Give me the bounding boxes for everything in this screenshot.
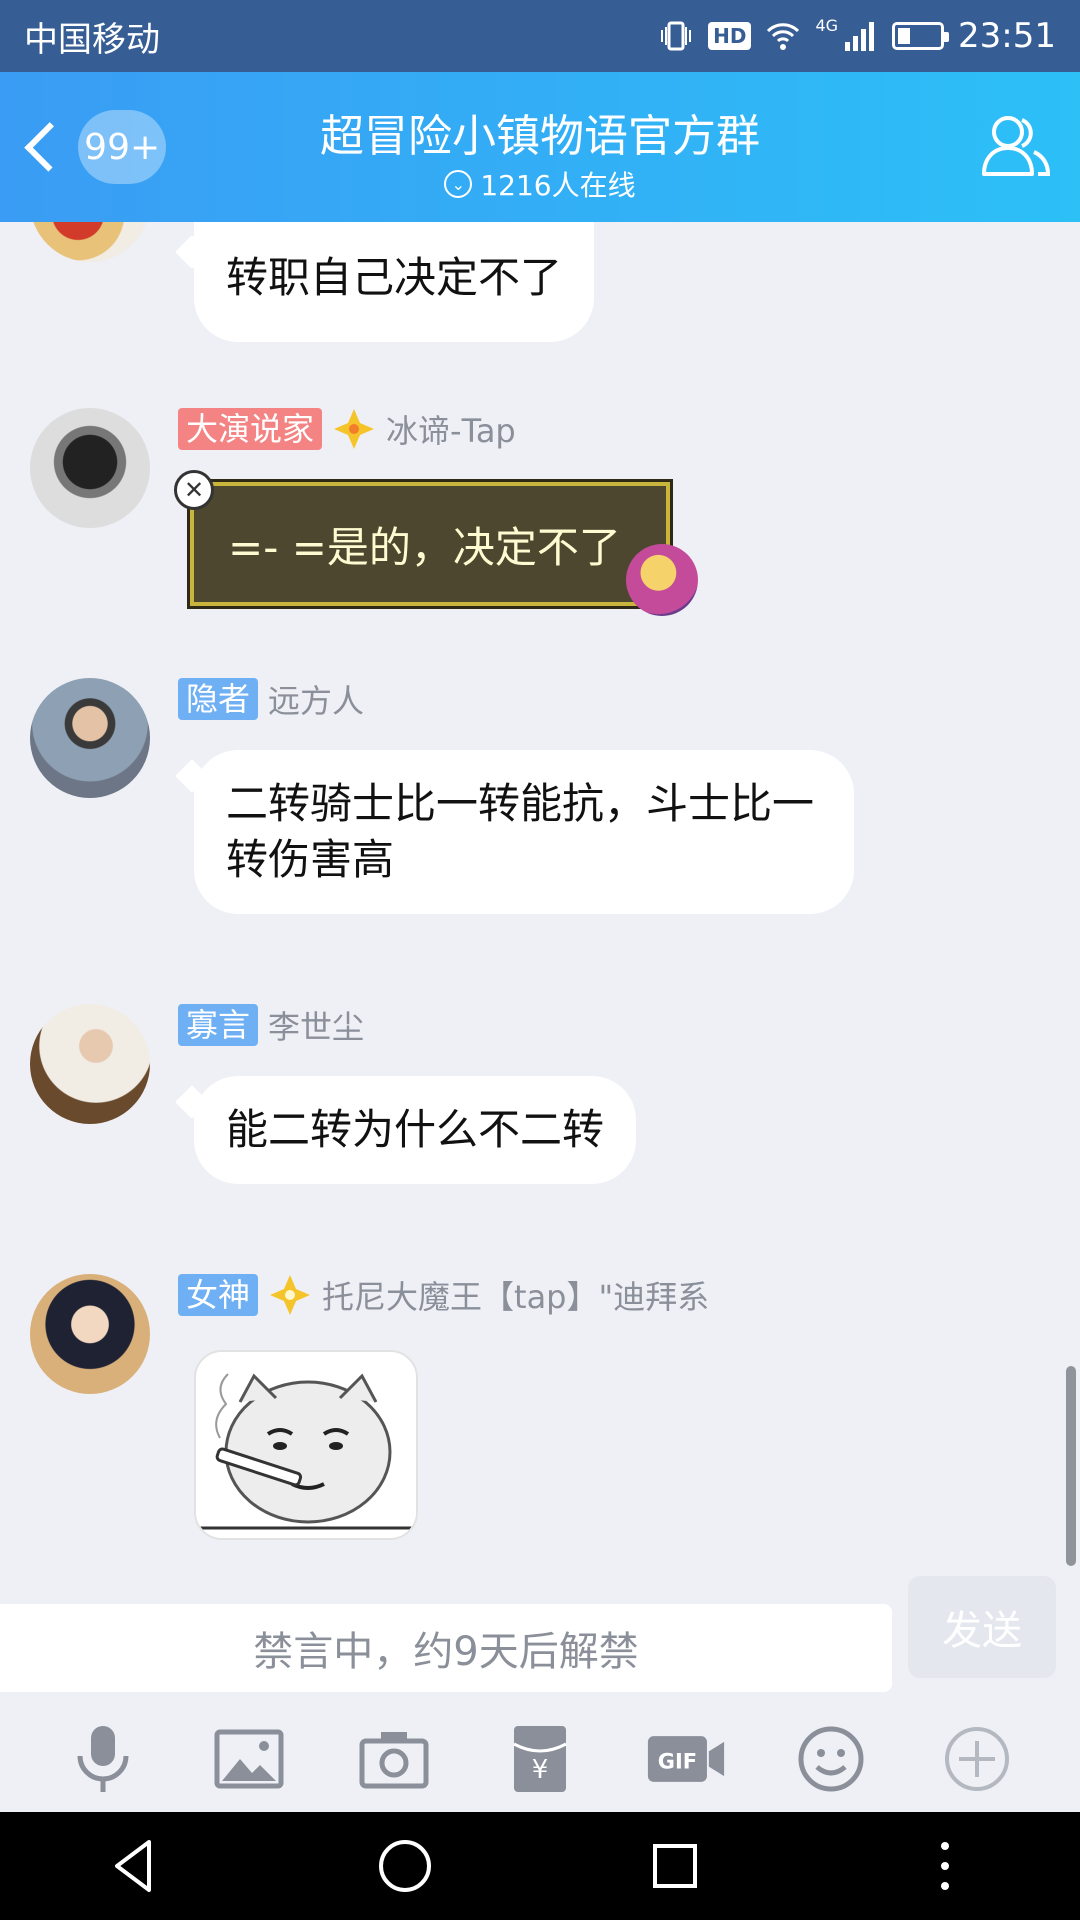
avatar[interactable]	[30, 408, 150, 528]
online-label: 1216人在线	[480, 169, 636, 202]
emoji-button[interactable]	[791, 1719, 871, 1799]
wifi-icon	[767, 23, 800, 50]
sender-name[interactable]: 远方人	[268, 676, 364, 722]
sender-name[interactable]: 冰谛-Tap	[386, 406, 516, 452]
sender-name[interactable]: 托尼大魔王【tap】"迪拜系	[322, 1272, 709, 1318]
battery-icon	[892, 22, 950, 50]
online-count[interactable]: ⌄ 1216人在线	[0, 164, 1080, 204]
clock: 23:51	[958, 16, 1056, 56]
star-icon	[270, 1275, 311, 1315]
system-nav-bar	[0, 1812, 1080, 1920]
rank-tag: 寡言	[178, 1004, 259, 1046]
image-button[interactable]	[209, 1719, 289, 1799]
rank-tag: 隐者	[178, 678, 259, 720]
carrier-label: 中国移动	[24, 19, 160, 60]
input-toolbar: ¥ GIF	[0, 1706, 1080, 1812]
message-bubble[interactable]: 二转骑士比一转能抗，斗士比一转伤害高	[194, 750, 854, 914]
plus-icon	[945, 1727, 1010, 1791]
sender-name[interactable]: 李世尘	[268, 1002, 364, 1048]
emoji-icon	[798, 1726, 864, 1792]
rank-tag: 女神	[178, 1274, 259, 1316]
nav-back-icon[interactable]	[103, 1834, 167, 1898]
send-button[interactable]: 发送	[908, 1576, 1056, 1678]
image-icon	[214, 1729, 284, 1789]
status-icons: HD 4G 23:51	[658, 16, 1056, 56]
sender-meta: 大演说家 冰谛-Tap	[178, 408, 516, 450]
bubble-decoration	[626, 544, 698, 616]
star-icon	[334, 409, 375, 449]
camera-button[interactable]	[354, 1719, 434, 1799]
scrollbar[interactable]	[1066, 1366, 1076, 1566]
smoking-face-sticker	[196, 1352, 416, 1538]
image-message[interactable]	[194, 1350, 418, 1540]
message-list[interactable]: 转职自己决定不了 大演说家 冰谛-Tap =- =是的，决定不了 ✕ 隐者 远方…	[0, 222, 1080, 1602]
red-packet-button[interactable]: ¥	[500, 1719, 580, 1799]
gif-button[interactable]: GIF	[646, 1719, 726, 1799]
signal-icon	[845, 22, 875, 51]
nav-home-icon[interactable]	[373, 1834, 437, 1898]
chat-header: 99+ 超冒险小镇物语官方群 ⌄ 1216人在线	[0, 72, 1080, 222]
svg-text:¥: ¥	[532, 1755, 549, 1785]
svg-text:GIF: GIF	[657, 1750, 696, 1774]
group-members-icon[interactable]	[978, 108, 1054, 184]
vibrate-icon	[661, 21, 692, 51]
input-bar: 禁言中，约9天后解禁 发送	[0, 1576, 1080, 1694]
camera-icon	[359, 1732, 429, 1789]
avatar[interactable]	[30, 1004, 150, 1124]
gif-icon: GIF	[647, 1736, 724, 1782]
message-bubble[interactable]: 能二转为什么不二转	[194, 1076, 637, 1184]
more-button[interactable]	[937, 1719, 1017, 1799]
avatar[interactable]	[30, 1274, 150, 1394]
red-packet-icon: ¥	[513, 1726, 567, 1792]
message-input[interactable]: 禁言中，约9天后解禁	[0, 1604, 892, 1692]
close-icon: ✕	[174, 470, 214, 510]
microphone-icon	[77, 1726, 129, 1792]
sender-meta: 寡言 李世尘	[178, 1004, 364, 1046]
sender-meta: 隐者 远方人	[178, 678, 364, 720]
group-title: 超冒险小镇物语官方群	[320, 111, 760, 162]
status-bar: 中国移动 HD 4G 23:51	[0, 0, 1080, 72]
nav-recents-icon[interactable]	[643, 1834, 707, 1898]
nav-menu-icon[interactable]	[913, 1834, 977, 1898]
hd-badge: HD	[708, 22, 752, 50]
themed-message-bubble[interactable]: =- =是的，决定不了	[190, 482, 670, 606]
sender-meta: 女神 托尼大魔王【tap】"迪拜系	[178, 1274, 709, 1316]
chevron-down-icon: ⌄	[444, 170, 473, 198]
avatar[interactable]	[30, 678, 150, 798]
rank-tag: 大演说家	[178, 408, 323, 450]
microphone-button[interactable]	[63, 1719, 143, 1799]
avatar[interactable]	[30, 222, 150, 262]
network-type: 4G	[815, 16, 839, 35]
message-bubble[interactable]: 转职自己决定不了	[194, 222, 595, 342]
